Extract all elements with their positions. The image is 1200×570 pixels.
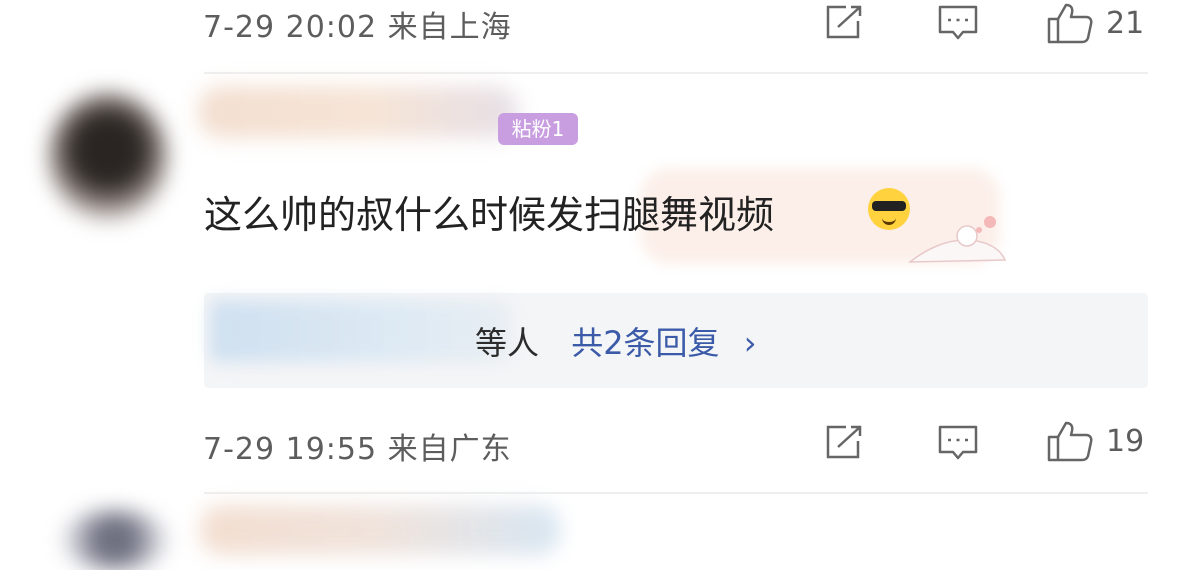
cat-sticker-icon [907, 216, 1007, 263]
comment-text: 这么帅的叔什么时候发扫腿舞视频 [204, 193, 775, 237]
thumbs-up-icon [1047, 421, 1093, 462]
comment-meta-top: 7-29 20:02 来自上海 [203, 10, 512, 45]
divider [204, 72, 1148, 74]
reply-summary[interactable]: 等人 共2条回复 › [475, 318, 757, 364]
share-button[interactable] [824, 424, 864, 460]
like-count: 19 [1106, 423, 1145, 459]
avatar-next[interactable] [60, 510, 170, 570]
like-count-top: 21 [1106, 5, 1145, 41]
view-replies-link[interactable]: 共2条回复 [571, 324, 719, 362]
fan-badge: 粘粉1 [498, 113, 578, 145]
sunglasses-emoji [868, 188, 910, 230]
reply-partial-text: 等人 [475, 324, 540, 362]
divider [204, 492, 1148, 494]
comment-icon [938, 425, 978, 460]
comment-meta: 7-29 19:55 来自广东 [203, 432, 512, 467]
username[interactable] [198, 86, 518, 138]
reply-users-blurred [210, 300, 510, 362]
comment-button[interactable] [937, 424, 979, 462]
share-icon [826, 5, 862, 39]
share-button-top[interactable] [824, 4, 864, 40]
comment-icon [938, 5, 978, 40]
username-next[interactable] [200, 505, 560, 555]
avatar[interactable] [48, 92, 168, 222]
chevron-right-icon: › [743, 324, 757, 362]
thumbs-up-icon [1047, 3, 1093, 44]
share-icon [826, 425, 862, 459]
like-button[interactable]: 19 [1046, 420, 1144, 462]
like-button-top[interactable]: 21 [1046, 2, 1144, 44]
comment-button-top[interactable] [937, 4, 979, 42]
